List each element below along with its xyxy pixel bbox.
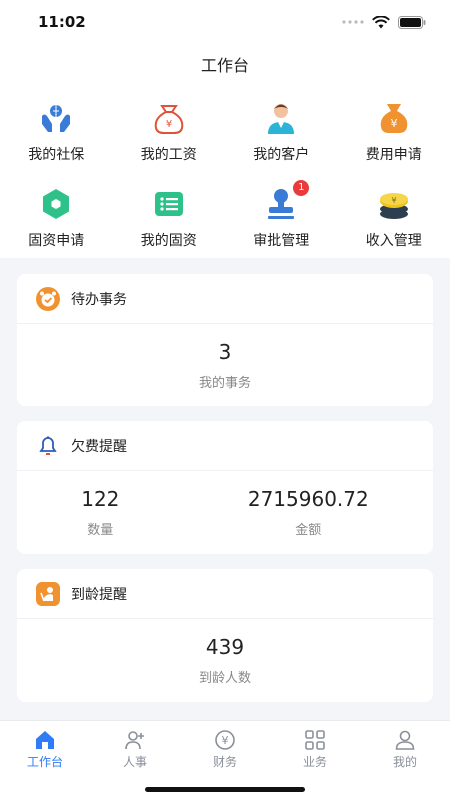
age-card-header: 到龄提醒 bbox=[17, 569, 433, 619]
page-title: 工作台 bbox=[200, 56, 249, 75]
tab-workbench[interactable]: 工作台 bbox=[0, 721, 90, 800]
arrears-count-stat[interactable]: 122 数量 bbox=[81, 471, 119, 538]
bell-icon bbox=[35, 433, 61, 459]
grid-icon bbox=[305, 730, 325, 750]
grid-item-label: 固资申请 bbox=[28, 233, 85, 249]
grid-item-salary[interactable]: ¥ 我的工资 bbox=[113, 88, 226, 174]
arrears-amount-label: 金额 bbox=[295, 523, 322, 538]
list-icon bbox=[149, 184, 189, 224]
tab-label: 工作台 bbox=[26, 755, 63, 769]
grid-item-income[interactable]: ¥ 收入管理 bbox=[338, 174, 450, 260]
grid-item-expense[interactable]: ¥ 费用申请 bbox=[338, 88, 450, 174]
arrears-card-header: 欠费提醒 bbox=[17, 421, 433, 471]
age-card-title: 到龄提醒 bbox=[71, 586, 127, 603]
grid-item-approval[interactable]: 1 审批管理 bbox=[225, 174, 338, 260]
home-icon bbox=[36, 731, 54, 749]
todo-stat[interactable]: 3 我的事务 bbox=[199, 324, 251, 391]
coins-icon: ¥ bbox=[374, 184, 414, 224]
shortcut-grid: 我的社保 ¥ 我的工资 我的客户 ¥ 费用申请 固资申请 我的固资 1 审批管理… bbox=[0, 88, 450, 260]
tab-label: 我的 bbox=[392, 755, 417, 769]
arrears-card-title: 欠费提醒 bbox=[71, 438, 127, 455]
tab-label: 财务 bbox=[212, 755, 237, 769]
approval-badge: 1 bbox=[293, 180, 310, 196]
arrears-count-label: 数量 bbox=[87, 523, 114, 538]
svg-text:¥: ¥ bbox=[391, 196, 396, 205]
status-bar: 11:02 bbox=[0, 0, 450, 44]
todo-card-body: 3 我的事务 bbox=[17, 324, 433, 391]
grid-item-label: 我的社保 bbox=[28, 147, 85, 163]
alarm-clock-icon bbox=[35, 286, 61, 312]
age-stat[interactable]: 439 到龄人数 bbox=[199, 619, 251, 686]
hexagon-icon bbox=[36, 184, 76, 224]
arrears-card[interactable]: 欠费提醒 122 数量 2715960.72 金额 bbox=[17, 421, 433, 554]
arrears-amount-stat[interactable]: 2715960.72 金额 bbox=[248, 471, 369, 538]
todo-card[interactable]: 待办事务 3 我的事务 bbox=[17, 274, 433, 406]
profile-icon bbox=[395, 730, 415, 750]
grid-item-my-assets[interactable]: 我的固资 bbox=[113, 174, 226, 260]
grid-item-label: 收入管理 bbox=[365, 233, 422, 249]
svg-text:¥: ¥ bbox=[390, 117, 397, 130]
arrears-count: 122 bbox=[81, 487, 120, 511]
grid-item-customer[interactable]: 我的客户 bbox=[225, 88, 338, 174]
status-icons bbox=[342, 15, 426, 29]
todo-count: 3 bbox=[218, 340, 232, 364]
grid-item-label: 我的客户 bbox=[253, 147, 310, 163]
age-card[interactable]: 到龄提醒 439 到龄人数 bbox=[17, 569, 433, 702]
tab-label: 业务 bbox=[302, 755, 327, 769]
grid-item-label: 审批管理 bbox=[253, 233, 310, 249]
tab-mine[interactable]: 我的 bbox=[360, 721, 450, 800]
grid-item-label: 我的固资 bbox=[140, 233, 197, 249]
todo-card-title: 待办事务 bbox=[71, 291, 127, 308]
customer-icon bbox=[261, 98, 301, 138]
grid-item-label: 费用申请 bbox=[365, 147, 422, 163]
social-security-icon bbox=[36, 98, 76, 138]
arrears-amount: 2715960.72 bbox=[247, 487, 369, 511]
grid-item-label: 我的工资 bbox=[140, 147, 197, 163]
stamp-icon: 1 bbox=[261, 180, 310, 224]
status-time: 11:02 bbox=[38, 13, 86, 31]
wifi-icon bbox=[372, 15, 390, 28]
age-reminder-icon bbox=[35, 581, 61, 607]
age-count-label: 到龄人数 bbox=[198, 671, 251, 686]
battery-icon bbox=[398, 15, 426, 29]
age-count: 439 bbox=[205, 635, 245, 659]
person-add-icon bbox=[125, 731, 144, 750]
todo-card-header: 待办事务 bbox=[17, 274, 433, 324]
svg-text:¥: ¥ bbox=[222, 734, 229, 747]
age-card-body: 439 到龄人数 bbox=[17, 619, 433, 686]
todo-count-label: 我的事务 bbox=[198, 376, 251, 391]
grid-item-asset-apply[interactable]: 固资申请 bbox=[0, 174, 113, 260]
home-indicator bbox=[145, 787, 305, 792]
signal-icon bbox=[342, 20, 364, 24]
svg-text:¥: ¥ bbox=[166, 119, 172, 130]
grid-item-social-security[interactable]: 我的社保 bbox=[0, 88, 113, 174]
money-bag-icon: ¥ bbox=[149, 98, 189, 138]
yen-circle-icon: ¥ bbox=[215, 730, 235, 750]
expense-bag-icon: ¥ bbox=[374, 98, 414, 138]
tab-label: 人事 bbox=[122, 755, 147, 769]
top-section: 11:02 工作台 我的社保 ¥ 我的工资 我的客户 ¥ 费用申请 固资申请 我… bbox=[0, 0, 450, 258]
arrears-card-body: 122 数量 2715960.72 金额 bbox=[17, 471, 433, 538]
